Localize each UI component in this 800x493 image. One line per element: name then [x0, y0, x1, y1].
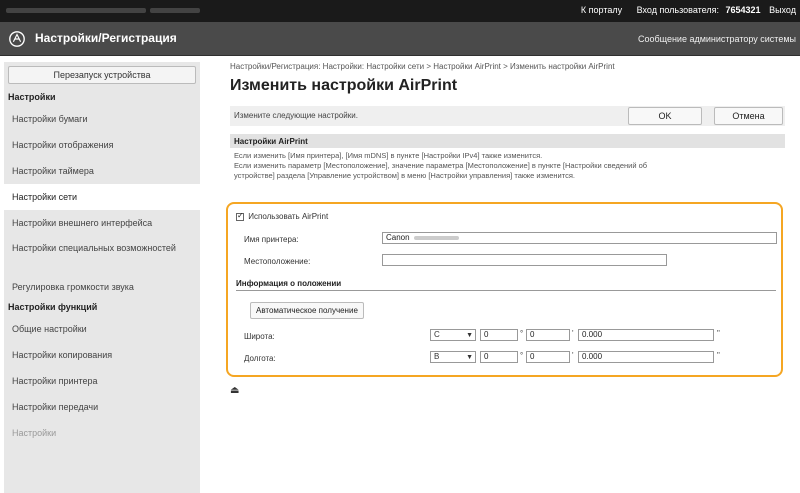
- use-airprint-checkbox[interactable]: [236, 211, 244, 221]
- second-symbol: ": [717, 351, 720, 360]
- brand-text-2: [150, 8, 200, 13]
- sidebar-item-network[interactable]: Настройки сети: [4, 184, 200, 210]
- instruction-text: Измените следующие настройки.: [234, 111, 358, 120]
- latitude-seconds-input[interactable]: 0.000: [578, 329, 714, 341]
- second-symbol: ": [717, 329, 720, 338]
- description-line-2: Если изменить параметр [Местоположение],…: [234, 161, 648, 170]
- longitude-label: Долгота:: [244, 354, 276, 363]
- sidebar-section-functions: Настройки функций: [8, 302, 98, 312]
- logout-link[interactable]: Выход: [769, 5, 796, 15]
- use-airprint-row: Использовать AirPrint: [236, 211, 329, 221]
- sidebar-item-printer[interactable]: Настройки принтера: [4, 368, 200, 394]
- airprint-section: Настройки AirPrint Если изменить [Имя пр…: [230, 134, 785, 184]
- sidebar-item-timer[interactable]: Настройки таймера: [4, 158, 200, 184]
- printer-name-input[interactable]: Canon: [382, 232, 777, 244]
- cancel-button[interactable]: Отмена: [714, 107, 783, 125]
- latitude-degrees-input[interactable]: 0: [480, 329, 518, 341]
- serial-number-blur: [413, 235, 459, 240]
- latitude-direction-select[interactable]: С ▼: [430, 329, 476, 341]
- divider: [236, 290, 776, 291]
- minute-symbol: ': [572, 351, 574, 360]
- printer-name-label: Имя принтера:: [244, 235, 299, 244]
- minute-symbol: ': [572, 329, 574, 338]
- position-info-heading: Информация о положении: [236, 279, 342, 288]
- latitude-label: Широта:: [244, 332, 275, 341]
- longitude-direction-select[interactable]: В ▼: [430, 351, 476, 363]
- sidebar-section-settings: Настройки: [8, 92, 56, 102]
- app-header: Настройки/Регистрация Сообщение админист…: [0, 22, 800, 56]
- longitude-degrees-input[interactable]: 0: [480, 351, 518, 363]
- sidebar-item-paper[interactable]: Настройки бумаги: [4, 106, 200, 132]
- admin-message-link[interactable]: Сообщение администратору системы: [638, 34, 796, 44]
- longitude-direction-value: В: [434, 352, 440, 361]
- breadcrumb: Настройки/Регистрация: Настройки: Настро…: [230, 62, 615, 71]
- description-line-3: устройстве] раздела [Управление устройст…: [234, 171, 575, 180]
- latitude-direction-value: С: [434, 330, 440, 339]
- chevron-down-icon: ▼: [466, 332, 473, 339]
- chevron-down-icon: ▼: [466, 354, 473, 361]
- action-bar: Измените следующие настройки. OK Отмена: [230, 106, 785, 126]
- sidebar-item-accessibility[interactable]: Настройки специальных возможностей: [4, 236, 200, 274]
- sidebar-item-external-interface[interactable]: Настройки внешнего интерфейса: [4, 210, 200, 236]
- settings-registration-icon: [9, 31, 25, 47]
- sidebar: Перезапуск устройства Настройки Настройк…: [4, 62, 200, 493]
- portal-link[interactable]: К порталу: [581, 5, 622, 15]
- use-airprint-label: Использовать AirPrint: [248, 212, 329, 221]
- longitude-seconds-input[interactable]: 0.000: [578, 351, 714, 363]
- top-bar: К порталу Вход пользователя: 7654321 Вых…: [0, 0, 800, 22]
- sidebar-item-copy[interactable]: Настройки копирования: [4, 342, 200, 368]
- degree-symbol: °: [520, 351, 524, 360]
- user-id: 7654321: [725, 5, 761, 15]
- location-input[interactable]: [382, 254, 667, 266]
- sidebar-item-common[interactable]: Общие настройки: [4, 316, 200, 342]
- page-title: Изменить настройки AirPrint: [230, 77, 458, 94]
- latitude-minutes-input[interactable]: 0: [526, 329, 570, 341]
- sidebar-item-display[interactable]: Настройки отображения: [4, 132, 200, 158]
- app-title: Настройки/Регистрация: [35, 31, 177, 45]
- login-label: Вход пользователя:: [636, 5, 719, 15]
- top-links: К порталу Вход пользователя: 7654321 Вых…: [569, 5, 796, 15]
- scroll-to-top-icon[interactable]: ⏏: [230, 385, 239, 396]
- ok-button[interactable]: OK: [628, 107, 702, 125]
- brand-text: [6, 8, 146, 13]
- sidebar-item-volume[interactable]: Регулировка громкости звука: [4, 274, 200, 300]
- reboot-device-button[interactable]: Перезапуск устройства: [8, 66, 196, 84]
- longitude-minutes-input[interactable]: 0: [526, 351, 570, 363]
- location-label: Местоположение:: [244, 257, 311, 266]
- sidebar-item-more[interactable]: Настройки: [4, 420, 200, 446]
- section-title: Настройки AirPrint: [230, 134, 785, 148]
- main-content: Настройки/Регистрация: Настройки: Настро…: [226, 62, 796, 377]
- printer-name-value: Canon: [386, 233, 410, 242]
- degree-symbol: °: [520, 329, 524, 338]
- section-description: Если изменить [Имя принтера], [Имя mDNS]…: [230, 148, 785, 184]
- auto-get-button[interactable]: Автоматическое получение: [250, 302, 364, 319]
- description-line-1: Если изменить [Имя принтера], [Имя mDNS]…: [234, 151, 543, 160]
- sidebar-item-send[interactable]: Настройки передачи: [4, 394, 200, 420]
